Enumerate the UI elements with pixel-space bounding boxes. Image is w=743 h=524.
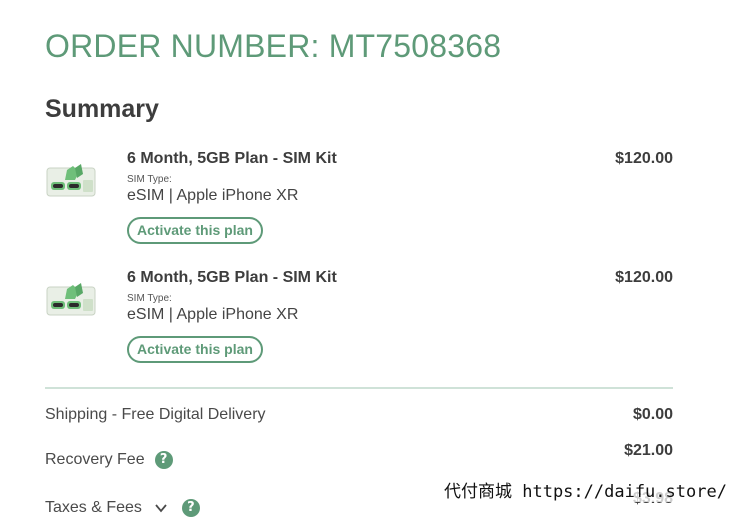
recovery-fee-value: $21.00 — [624, 442, 673, 459]
recovery-fee-label-text: Recovery Fee — [45, 451, 145, 468]
item-name: 6 Month, 5GB Plan - SIM Kit — [127, 150, 337, 167]
summary-heading: Summary — [45, 95, 159, 123]
taxes-fees-label-text: Taxes & Fees — [45, 499, 142, 516]
shipping-label-text: Shipping - Free Digital Delivery — [45, 406, 266, 423]
order-line-item: 6 Month, 5GB Plan - SIM Kit $120.00 SIM … — [45, 267, 673, 379]
recovery-fee-label: Recovery Fee ? — [45, 451, 173, 469]
help-icon[interactable]: ? — [154, 451, 173, 469]
order-number-heading: ORDER NUMBER: MT7508368 — [45, 28, 502, 64]
sim-type-value: eSIM | Apple iPhone XR — [127, 187, 299, 204]
activate-plan-button[interactable]: Activate this plan — [127, 336, 263, 363]
help-icon[interactable]: ? — [181, 499, 200, 517]
activate-plan-button[interactable]: Activate this plan — [127, 217, 263, 244]
sim-kit-product-image — [46, 164, 96, 197]
shipping-value: $0.00 — [632, 406, 673, 423]
order-line-item: 6 Month, 5GB Plan - SIM Kit $120.00 SIM … — [45, 148, 673, 260]
sim-type-label: SIM Type: — [127, 293, 172, 304]
item-price: $120.00 — [615, 150, 673, 167]
sim-type-label: SIM Type: — [127, 174, 172, 185]
chevron-down-icon[interactable] — [154, 501, 168, 515]
order-summary-page: ORDER NUMBER: MT7508368 Summary 6 Month,… — [0, 0, 743, 524]
summary-divider — [45, 387, 673, 389]
sim-kit-product-image — [46, 283, 96, 316]
item-name: 6 Month, 5GB Plan - SIM Kit — [127, 269, 337, 286]
sim-type-value: eSIM | Apple iPhone XR — [127, 306, 299, 323]
watermark: 代付商城 https://daifu.store/ — [444, 477, 727, 502]
item-price: $120.00 — [615, 269, 673, 286]
taxes-fees-label[interactable]: Taxes & Fees ? — [45, 499, 200, 517]
shipping-label: Shipping - Free Digital Delivery — [45, 406, 266, 424]
